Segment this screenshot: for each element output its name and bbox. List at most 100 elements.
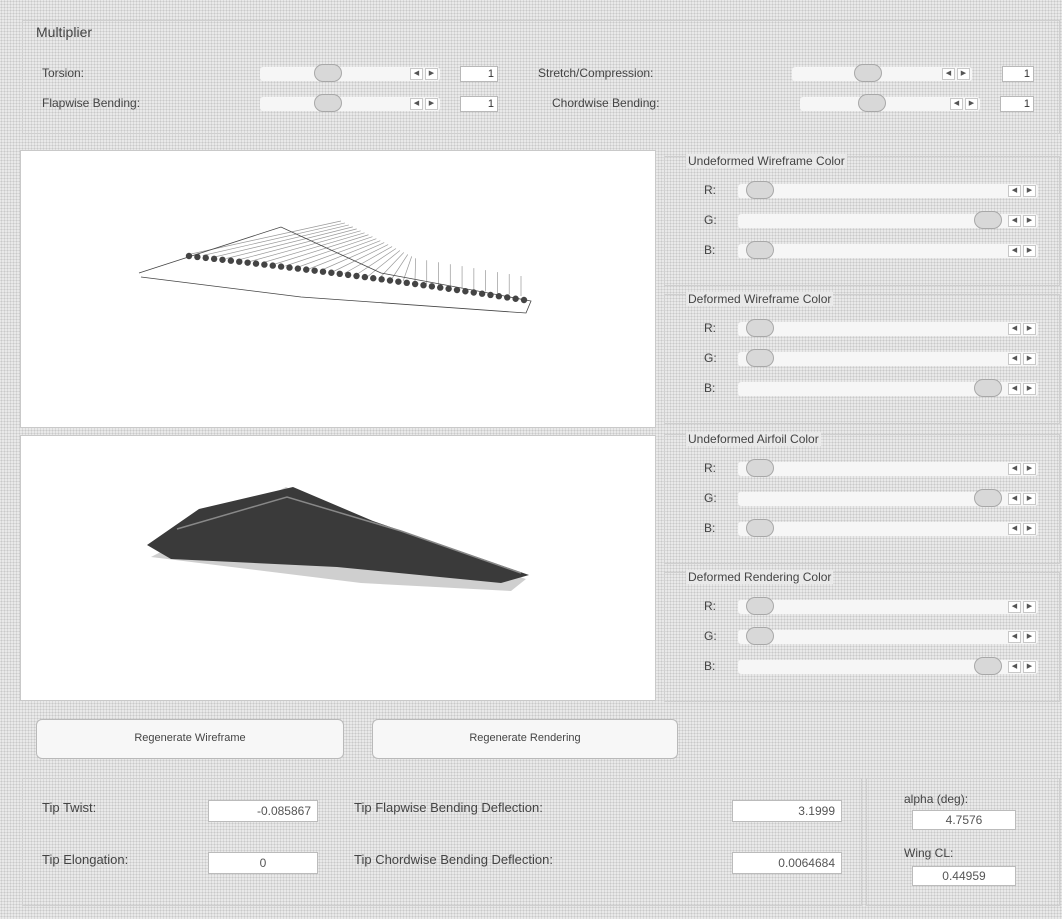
- wireframe-node: [311, 267, 318, 274]
- color-channel-slider[interactable]: ◀ ▶: [738, 627, 1038, 645]
- color-channel-slider[interactable]: ◀ ▶: [738, 597, 1038, 615]
- color-channel-slider-knob[interactable]: [974, 379, 1002, 397]
- flapwise-increment-arrow[interactable]: ▶: [425, 98, 438, 110]
- chordwise-decrement-arrow[interactable]: ◀: [950, 98, 963, 110]
- color-channel-slider[interactable]: ◀ ▶: [738, 459, 1038, 477]
- stretch-slider[interactable]: ◀ ▶: [792, 64, 972, 82]
- flapwise-slider-knob[interactable]: [314, 94, 342, 112]
- decrement-arrow[interactable]: ◀: [1008, 631, 1021, 643]
- wireframe-node: [504, 294, 511, 301]
- decrement-arrow[interactable]: ◀: [1008, 661, 1021, 673]
- wireframe-node: [487, 291, 494, 299]
- wing-cl-label: Wing CL:: [904, 846, 954, 860]
- flapwise-value-field[interactable]: 1: [460, 96, 498, 112]
- decrement-arrow[interactable]: ◀: [1008, 215, 1021, 227]
- wireframe-line: [214, 224, 349, 258]
- color-channel-slider-knob[interactable]: [746, 519, 774, 537]
- chordwise-increment-arrow[interactable]: ▶: [965, 98, 978, 110]
- results-panel: [22, 778, 862, 906]
- tip-elongation-label: Tip Elongation:: [42, 852, 129, 867]
- increment-arrow[interactable]: ▶: [1023, 523, 1036, 535]
- torsion-value-field[interactable]: 1: [460, 66, 498, 82]
- color-channel-slider-knob[interactable]: [746, 459, 774, 477]
- increment-arrow[interactable]: ▶: [1023, 353, 1036, 365]
- increment-arrow[interactable]: ▶: [1023, 493, 1036, 505]
- color-channel-slider-knob[interactable]: [746, 627, 774, 645]
- color-channel-slider[interactable]: ◀ ▶: [738, 241, 1038, 259]
- chordwise-slider-knob[interactable]: [858, 94, 886, 112]
- regenerate-wireframe-button[interactable]: Regenerate Wireframe: [36, 719, 344, 759]
- tip-flapwise-label: Tip Flapwise Bending Deflection:: [354, 800, 543, 815]
- torsion-increment-arrow[interactable]: ▶: [425, 68, 438, 80]
- regenerate-rendering-button[interactable]: Regenerate Rendering: [372, 719, 678, 759]
- wireframe-node: [303, 266, 310, 273]
- increment-arrow[interactable]: ▶: [1023, 383, 1036, 395]
- decrement-arrow[interactable]: ◀: [1008, 523, 1021, 535]
- wireframe-node: [286, 264, 293, 271]
- color-channel-slider[interactable]: ◀ ▶: [738, 181, 1038, 199]
- increment-arrow[interactable]: ▶: [1023, 601, 1036, 613]
- color-channel-slider-knob[interactable]: [974, 657, 1002, 675]
- wireframe-node: [462, 288, 469, 295]
- torsion-decrement-arrow[interactable]: ◀: [410, 68, 423, 80]
- color-channel-slider-knob[interactable]: [746, 181, 774, 199]
- wing-cl-value: 0.44959: [912, 866, 1016, 886]
- channel-label: R:: [704, 599, 716, 613]
- increment-arrow[interactable]: ▶: [1023, 323, 1036, 335]
- color-channel-slider-knob[interactable]: [974, 489, 1002, 507]
- color-group-title: Undeformed Wireframe Color: [686, 154, 847, 168]
- color-channel-slider-knob[interactable]: [746, 349, 774, 367]
- flapwise-decrement-arrow[interactable]: ◀: [410, 98, 423, 110]
- wireframe-node: [210, 255, 218, 263]
- wireframe-node: [353, 272, 360, 280]
- color-channel-slider[interactable]: ◀ ▶: [738, 489, 1038, 507]
- color-channel-slider-knob[interactable]: [746, 597, 774, 615]
- tip-chordwise-value: 0.0064684: [732, 852, 842, 874]
- color-channel-slider[interactable]: ◀ ▶: [738, 349, 1038, 367]
- decrement-arrow[interactable]: ◀: [1008, 353, 1021, 365]
- wireframe-node: [478, 290, 486, 297]
- increment-arrow[interactable]: ▶: [1023, 631, 1036, 643]
- decrement-arrow[interactable]: ◀: [1008, 383, 1021, 395]
- torsion-slider[interactable]: ◀ ▶: [260, 64, 440, 82]
- wireframe-line: [414, 258, 416, 283]
- increment-arrow[interactable]: ▶: [1023, 215, 1036, 227]
- decrement-arrow[interactable]: ◀: [1008, 601, 1021, 613]
- rendering-viewport[interactable]: [20, 435, 656, 701]
- channel-label: B:: [704, 521, 716, 535]
- wireframe-node: [378, 276, 385, 283]
- color-channel-slider[interactable]: ◀ ▶: [738, 379, 1038, 397]
- color-channel-slider[interactable]: ◀ ▶: [738, 657, 1038, 675]
- wireframe-viewport[interactable]: [20, 150, 656, 428]
- color-channel-slider-knob[interactable]: [746, 319, 774, 337]
- increment-arrow[interactable]: ▶: [1023, 245, 1036, 257]
- wireframe-node: [219, 256, 226, 263]
- chordwise-value-field[interactable]: 1: [1000, 96, 1034, 112]
- torsion-slider-knob[interactable]: [314, 64, 342, 82]
- color-group-title: Deformed Rendering Color: [686, 570, 834, 584]
- stretch-slider-knob[interactable]: [854, 64, 882, 82]
- channel-label: R:: [704, 461, 716, 475]
- color-channel-slider[interactable]: ◀ ▶: [738, 211, 1038, 229]
- color-channel-slider[interactable]: ◀ ▶: [738, 319, 1038, 337]
- stretch-increment-arrow[interactable]: ▶: [957, 68, 970, 80]
- increment-arrow[interactable]: ▶: [1023, 185, 1036, 197]
- increment-arrow[interactable]: ▶: [1023, 463, 1036, 475]
- wireframe-node: [453, 286, 461, 294]
- decrement-arrow[interactable]: ◀: [1008, 185, 1021, 197]
- decrement-arrow[interactable]: ◀: [1008, 493, 1021, 505]
- decrement-arrow[interactable]: ◀: [1008, 463, 1021, 475]
- stretch-decrement-arrow[interactable]: ◀: [942, 68, 955, 80]
- wireframe-node: [294, 265, 302, 272]
- color-channel-slider-knob[interactable]: [746, 241, 774, 259]
- flapwise-slider[interactable]: ◀ ▶: [260, 94, 440, 112]
- stretch-value-field[interactable]: 1: [1002, 66, 1034, 82]
- decrement-arrow[interactable]: ◀: [1008, 245, 1021, 257]
- color-channel-slider[interactable]: ◀ ▶: [738, 519, 1038, 537]
- decrement-arrow[interactable]: ◀: [1008, 323, 1021, 335]
- color-channel-slider-knob[interactable]: [974, 211, 1002, 229]
- wireframe-node: [428, 283, 436, 290]
- chordwise-slider[interactable]: ◀ ▶: [800, 94, 980, 112]
- increment-arrow[interactable]: ▶: [1023, 661, 1036, 673]
- channel-label: B:: [704, 243, 716, 257]
